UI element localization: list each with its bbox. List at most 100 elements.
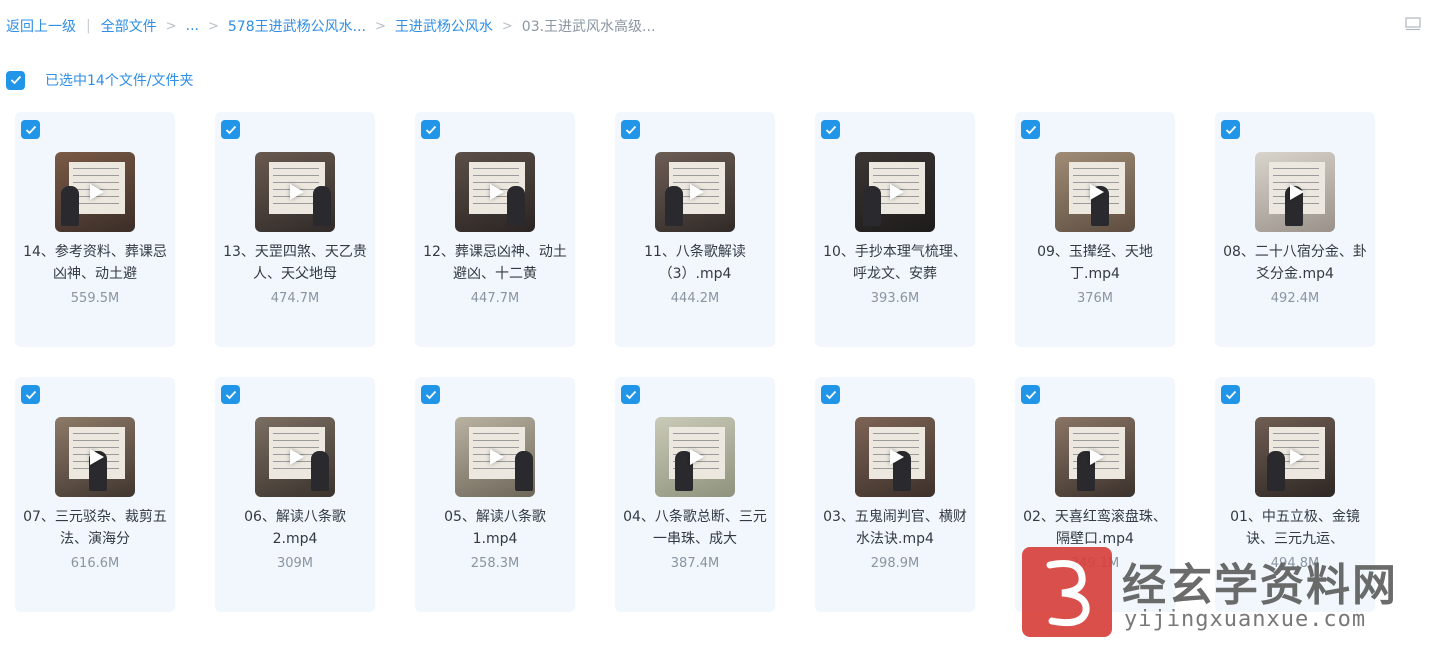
- file-checkbox[interactable]: [621, 385, 640, 404]
- file-size: 309M: [276, 556, 314, 571]
- video-thumbnail[interactable]: [1055, 152, 1135, 232]
- file-checkbox[interactable]: [821, 385, 840, 404]
- back-link[interactable]: 返回上一级: [6, 16, 76, 36]
- video-thumbnail[interactable]: [255, 417, 335, 497]
- watermark-url: yijingxuanxue.com: [1124, 607, 1367, 632]
- file-checkbox[interactable]: [1021, 385, 1040, 404]
- file-checkbox[interactable]: [221, 120, 240, 139]
- video-thumbnail[interactable]: [655, 152, 735, 232]
- breadcrumb: 返回上一级 | 全部文件 > ... > 578王进武杨公风水... > 王进武…: [6, 16, 655, 36]
- file-size: 444.2M: [670, 291, 720, 306]
- chevron-right-icon: >: [374, 18, 386, 34]
- file-size: 298.9M: [870, 556, 920, 571]
- file-checkbox[interactable]: [1021, 120, 1040, 139]
- file-checkbox[interactable]: [821, 120, 840, 139]
- play-icon: [290, 184, 304, 200]
- play-icon: [1290, 184, 1304, 200]
- file-size: 492.4M: [1270, 291, 1320, 306]
- file-name[interactable]: 01、中五立极、金镜诀、三元九运、: [1223, 506, 1367, 550]
- play-icon: [490, 449, 504, 465]
- play-icon: [690, 449, 704, 465]
- file-card[interactable]: 14、参考资料、葬课忌凶神、动土避 559.5M: [15, 112, 175, 347]
- file-checkbox[interactable]: [1221, 120, 1240, 139]
- file-name[interactable]: 06、解读八条歌2.mp4: [223, 506, 367, 550]
- watermark-logo: [1022, 547, 1112, 637]
- checkmark-icon: [825, 390, 836, 399]
- file-card[interactable]: 11、八条歌解读（3）.mp4 444.2M: [615, 112, 775, 347]
- checkmark-icon: [1225, 390, 1236, 399]
- file-name[interactable]: 14、参考资料、葬课忌凶神、动土避: [23, 241, 167, 285]
- breadcrumb-ellipsis[interactable]: ...: [186, 18, 199, 34]
- video-thumbnail[interactable]: [55, 152, 135, 232]
- file-size: 376M: [1076, 291, 1114, 306]
- video-thumbnail[interactable]: [1055, 417, 1135, 497]
- file-size: 387.4M: [670, 556, 720, 571]
- watermark-text: 经玄学资料网: [1122, 560, 1398, 611]
- file-card[interactable]: 07、三元驳杂、裁剪五法、演海分 616.6M: [15, 377, 175, 612]
- file-card[interactable]: 06、解读八条歌2.mp4 309M: [215, 377, 375, 612]
- chevron-right-icon: >: [501, 18, 513, 34]
- checkmark-icon: [1225, 125, 1236, 134]
- file-name[interactable]: 05、解读八条歌1.mp4: [423, 506, 567, 550]
- breadcrumb-level2[interactable]: 王进武杨公风水: [395, 16, 493, 36]
- file-card[interactable]: 05、解读八条歌1.mp4 258.3M: [415, 377, 575, 612]
- video-thumbnail[interactable]: [655, 417, 735, 497]
- file-name[interactable]: 04、八条歌总断、三元一串珠、成大: [623, 506, 767, 550]
- play-icon: [90, 184, 104, 200]
- play-icon: [290, 449, 304, 465]
- file-checkbox[interactable]: [21, 385, 40, 404]
- checkmark-icon: [25, 390, 36, 399]
- file-card[interactable]: 03、五鬼闹判官、横财水法诀.mp4 298.9M: [815, 377, 975, 612]
- play-icon: [890, 184, 904, 200]
- video-thumbnail[interactable]: [1255, 152, 1335, 232]
- chevron-right-icon: >: [207, 18, 219, 34]
- video-thumbnail[interactable]: [855, 417, 935, 497]
- breadcrumb-level1[interactable]: 578王进武杨公风水...: [228, 16, 366, 36]
- file-name[interactable]: 03、五鬼闹判官、横财水法诀.mp4: [823, 506, 967, 550]
- file-checkbox[interactable]: [421, 120, 440, 139]
- breadcrumb-current: 03.王进武风水高级...: [521, 19, 656, 35]
- breadcrumb-all-files[interactable]: 全部文件: [101, 16, 157, 36]
- file-checkbox[interactable]: [621, 120, 640, 139]
- video-thumbnail[interactable]: [455, 417, 535, 497]
- file-card[interactable]: 09、玉撵经、天地丁.mp4 376M: [1015, 112, 1175, 347]
- file-name[interactable]: 09、玉撵经、天地丁.mp4: [1023, 241, 1167, 285]
- divider: |: [86, 18, 91, 34]
- file-card[interactable]: 13、天罡四煞、天乙贵人、天父地母 474.7M: [215, 112, 375, 347]
- video-thumbnail[interactable]: [55, 417, 135, 497]
- file-card[interactable]: 08、二十八宿分金、卦爻分金.mp4 492.4M: [1215, 112, 1375, 347]
- file-name[interactable]: 11、八条歌解读（3）.mp4: [623, 241, 767, 285]
- file-name[interactable]: 12、葬课忌凶神、动土避凶、十二黄: [423, 241, 567, 285]
- file-checkbox[interactable]: [1221, 385, 1240, 404]
- checkmark-icon: [625, 390, 636, 399]
- checkmark-icon: [425, 390, 436, 399]
- file-card[interactable]: 12、葬课忌凶神、动土避凶、十二黄 447.7M: [415, 112, 575, 347]
- play-icon: [1290, 449, 1304, 465]
- file-size: 393.6M: [870, 291, 920, 306]
- list-view-icon[interactable]: [1405, 17, 1421, 32]
- video-thumbnail[interactable]: [255, 152, 335, 232]
- select-all-bar: 已选中14个文件/文件夹: [6, 70, 194, 90]
- file-name[interactable]: 13、天罡四煞、天乙贵人、天父地母: [223, 241, 367, 285]
- file-checkbox[interactable]: [21, 120, 40, 139]
- video-thumbnail[interactable]: [455, 152, 535, 232]
- file-card[interactable]: 10、手抄本理气梳理、呼龙文、安葬 393.6M: [815, 112, 975, 347]
- file-size: 474.7M: [270, 291, 320, 306]
- video-thumbnail[interactable]: [1255, 417, 1335, 497]
- file-checkbox[interactable]: [221, 385, 240, 404]
- checkmark-icon: [225, 125, 236, 134]
- video-thumbnail[interactable]: [855, 152, 935, 232]
- checkmark-icon: [425, 125, 436, 134]
- file-checkbox[interactable]: [421, 385, 440, 404]
- file-name[interactable]: 07、三元驳杂、裁剪五法、演海分: [23, 506, 167, 550]
- play-icon: [690, 184, 704, 200]
- file-name[interactable]: 08、二十八宿分金、卦爻分金.mp4: [1223, 241, 1367, 285]
- checkmark-icon: [1025, 390, 1036, 399]
- file-name[interactable]: 10、手抄本理气梳理、呼龙文、安葬: [823, 241, 967, 285]
- play-icon: [890, 449, 904, 465]
- file-size: 559.5M: [70, 291, 120, 306]
- select-all-checkbox[interactable]: [6, 70, 25, 90]
- file-card[interactable]: 04、八条歌总断、三元一串珠、成大 387.4M: [615, 377, 775, 612]
- play-icon: [1090, 449, 1104, 465]
- file-name[interactable]: 02、天喜红鸾滚盘珠、隔壁口.mp4: [1023, 506, 1167, 550]
